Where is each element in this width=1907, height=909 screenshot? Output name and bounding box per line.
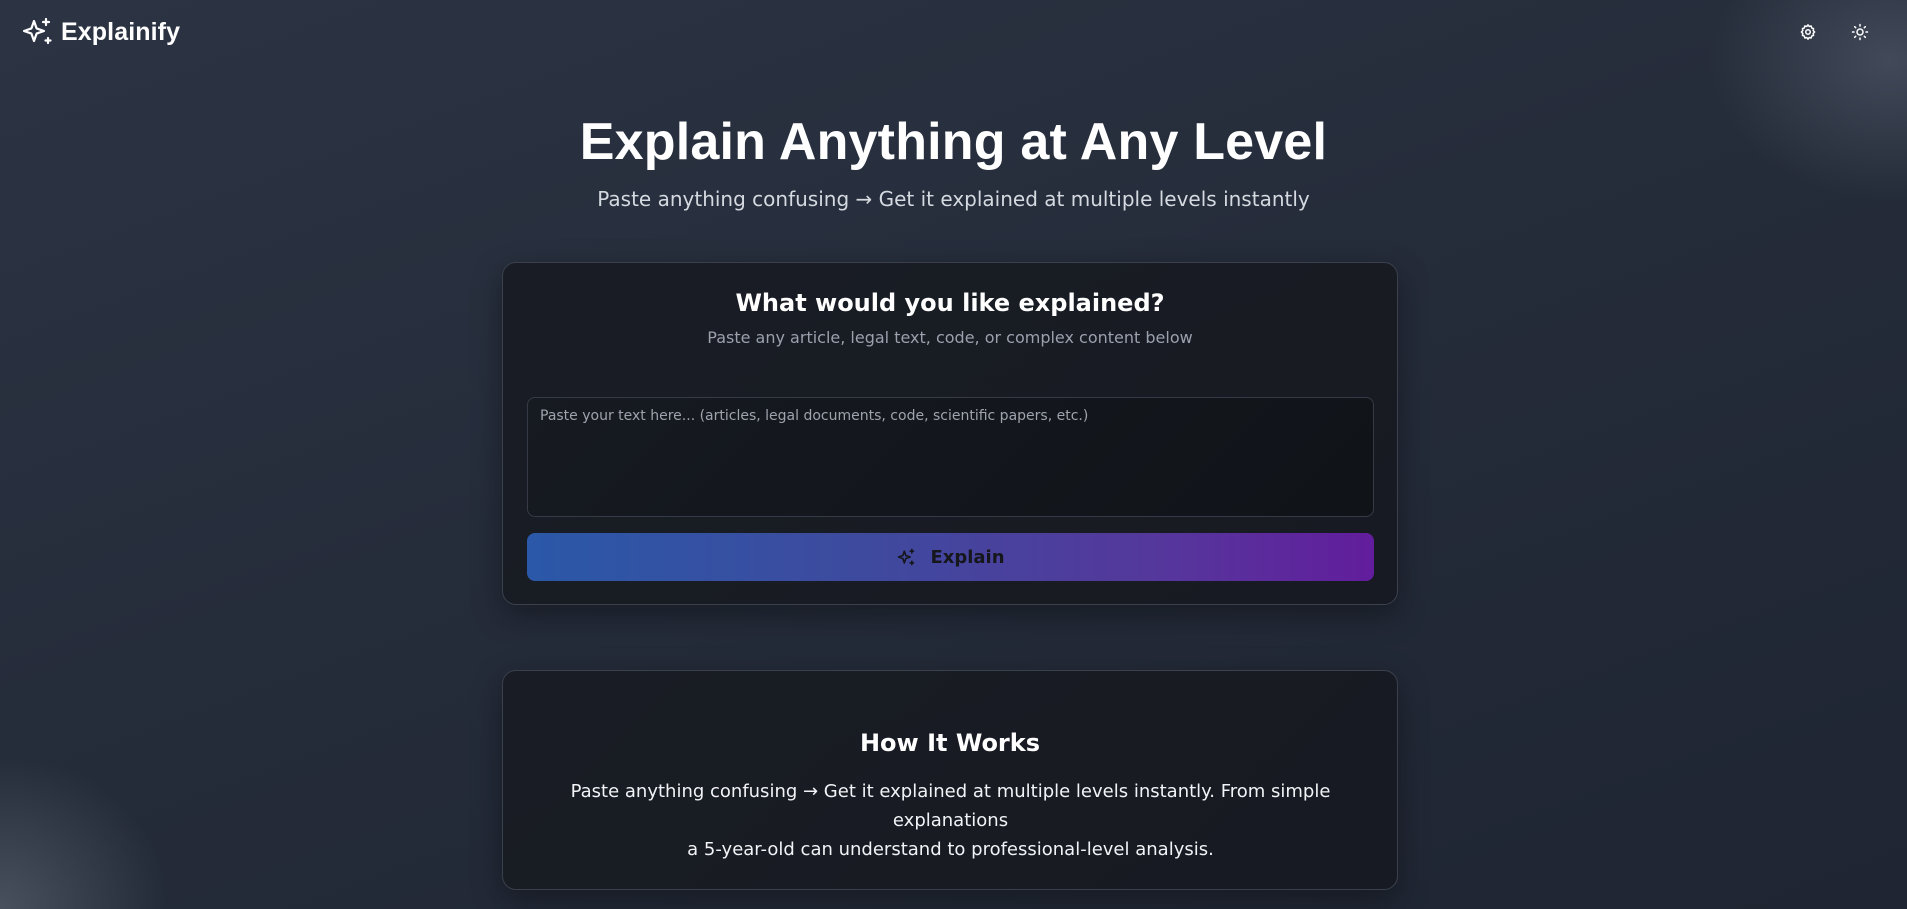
how-it-works-line-1: Paste anything confusing → Get it explai… bbox=[570, 781, 1331, 831]
hero-subtitle: Paste anything confusing → Get it explai… bbox=[597, 187, 1310, 211]
input-card-title: What would you like explained? bbox=[735, 289, 1165, 317]
sun-icon bbox=[1851, 23, 1869, 41]
input-card: What would you like explained? Paste any… bbox=[502, 262, 1398, 605]
explain-button[interactable]: Explain bbox=[527, 533, 1374, 581]
theme-toggle-button[interactable] bbox=[1846, 18, 1874, 46]
sparkles-icon bbox=[22, 17, 52, 45]
app-name: Explainify bbox=[61, 17, 181, 46]
how-it-works-title: How It Works bbox=[859, 729, 1041, 757]
explain-button-label: Explain bbox=[930, 546, 1005, 568]
how-it-works-card: How It Works Paste anything confusing → … bbox=[502, 670, 1398, 890]
brand[interactable]: Explainify bbox=[21, 14, 180, 50]
sparkles-icon bbox=[898, 548, 915, 566]
input-card-subtitle: Paste any article, legal text, code, or … bbox=[707, 328, 1193, 347]
how-it-works-line-2: a 5-year-old can understand to professio… bbox=[687, 839, 1214, 860]
how-it-works-description: Paste anything confusing → Get it explai… bbox=[527, 777, 1374, 864]
hero-title: Explain Anything at Any Level bbox=[579, 113, 1328, 171]
top-bar: Explainify bbox=[0, 0, 1907, 64]
gear-icon bbox=[1800, 24, 1816, 40]
text-input[interactable] bbox=[527, 397, 1374, 517]
settings-button[interactable] bbox=[1794, 18, 1822, 46]
